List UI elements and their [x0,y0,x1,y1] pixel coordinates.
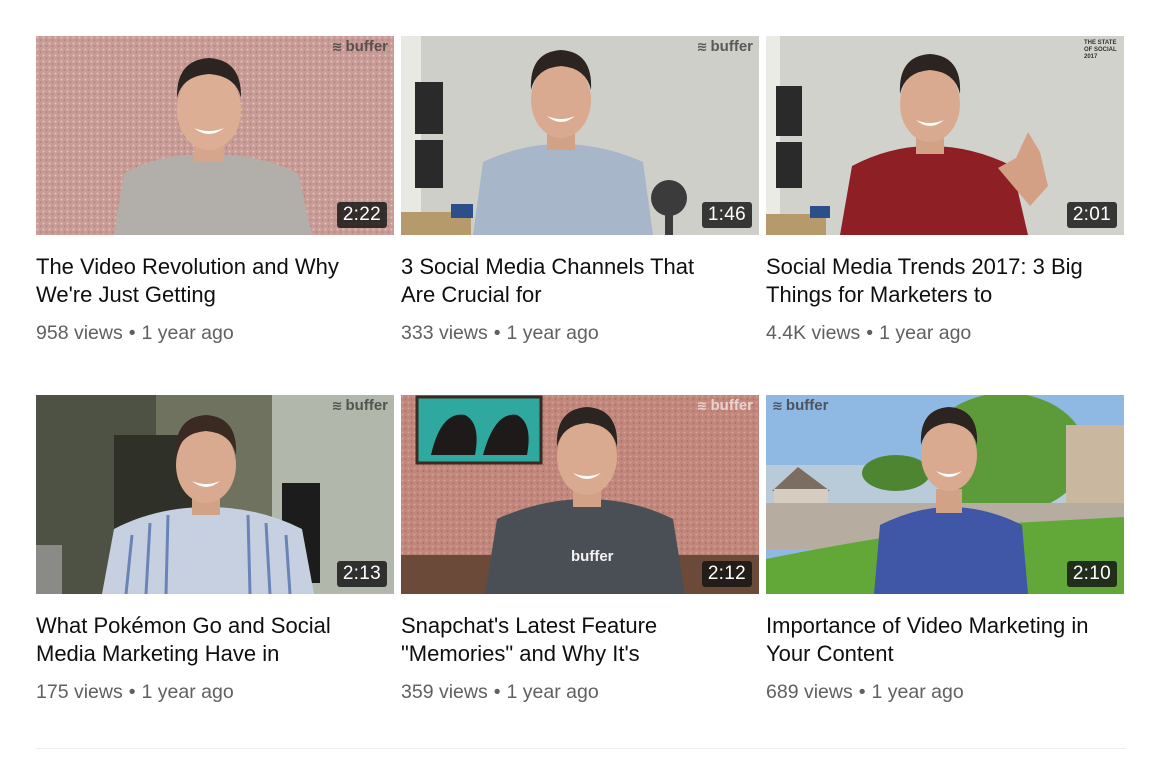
view-count: 4.4K views [766,322,861,344]
section-divider [36,748,1126,749]
buffer-stack-icon: ≋ [696,39,708,54]
meta-separator: • [858,681,866,703]
video-duration: 2:12 [701,561,752,587]
buffer-stack-icon: ≋ [331,398,343,413]
video-card[interactable]: ≋ buffer 1:46 3 Social Media Channels Tha… [401,36,761,345]
video-duration: 2:22 [336,202,387,228]
view-count: 958 views [36,322,123,344]
upload-age: 1 year ago [506,322,599,344]
meta-separator: • [866,322,874,344]
view-count: 359 views [401,681,488,703]
upload-age: 1 year ago [879,322,972,344]
video-meta: 689 views • 1 year ago [766,681,1126,704]
video-card[interactable]: ≋ buffer 2:22 The Video Revolution and Wh… [36,36,396,345]
video-duration: 2:10 [1066,561,1117,587]
video-grid: ≋ buffer 2:22 The Video Revolution and Wh… [0,0,1162,760]
channel-watermark: ≋ buffer [331,38,388,55]
view-count: 333 views [401,322,488,344]
buffer-stack-icon: ≋ [696,398,708,413]
meta-separator: • [128,681,136,703]
video-title[interactable]: 3 Social Media Channels That Are Crucial… [401,253,731,309]
upload-age: 1 year ago [141,681,234,703]
video-card[interactable]: ≋ buffer 2:13 What Pokémon Go and Social … [36,395,396,704]
video-title[interactable]: Snapchat's Latest Feature "Memories" and… [401,612,731,668]
channel-watermark: ≋ buffer [696,38,753,55]
channel-watermark: THE STATE OF SOCIAL 2017 [1084,40,1117,60]
buffer-stack-icon: ≋ [331,39,343,54]
meta-separator: • [128,322,136,344]
video-meta: 359 views • 1 year ago [401,681,761,704]
video-title[interactable]: What Pokémon Go and Social Media Marketi… [36,612,366,668]
video-duration: 2:13 [336,561,387,587]
shirt-logo: buffer [571,548,614,565]
upload-age: 1 year ago [506,681,599,703]
view-count: 689 views [766,681,853,703]
video-thumbnail[interactable]: THE STATE OF SOCIAL 2017 2:01 [766,36,1124,235]
video-card[interactable]: buffer ≋ buffer 2:12 Snapchat's Latest Fe… [401,395,761,704]
meta-separator: • [493,681,501,703]
video-meta: 175 views • 1 year ago [36,681,396,704]
channel-watermark: ≋ buffer [696,397,753,414]
video-thumbnail[interactable]: buffer ≋ buffer 2:12 [401,395,759,594]
upload-age: 1 year ago [871,681,964,703]
video-card[interactable]: THE STATE OF SOCIAL 2017 2:01 Social Med… [766,36,1126,345]
upload-age: 1 year ago [141,322,234,344]
view-count: 175 views [36,681,123,703]
meta-separator: • [493,322,501,344]
video-meta: 958 views • 1 year ago [36,322,396,345]
video-meta: 333 views • 1 year ago [401,322,761,345]
video-card[interactable]: ≋ buffer 2:10 Importance of Video Marketi… [766,395,1126,704]
channel-watermark: ≋ buffer [772,397,829,414]
video-thumbnail[interactable]: ≋ buffer 2:22 [36,36,394,235]
video-thumbnail[interactable]: ≋ buffer 1:46 [401,36,759,235]
video-title[interactable]: Social Media Trends 2017: 3 Big Things f… [766,253,1096,309]
video-thumbnail[interactable]: ≋ buffer 2:13 [36,395,394,594]
video-duration: 2:01 [1066,202,1117,228]
video-title[interactable]: Importance of Video Marketing in Your Co… [766,612,1096,668]
buffer-stack-icon: ≋ [772,398,783,413]
video-duration: 1:46 [701,202,752,228]
channel-watermark: ≋ buffer [331,397,388,414]
video-meta: 4.4K views • 1 year ago [766,322,1126,345]
video-title[interactable]: The Video Revolution and Why We're Just … [36,253,366,309]
video-thumbnail[interactable]: ≋ buffer 2:10 [766,395,1124,594]
